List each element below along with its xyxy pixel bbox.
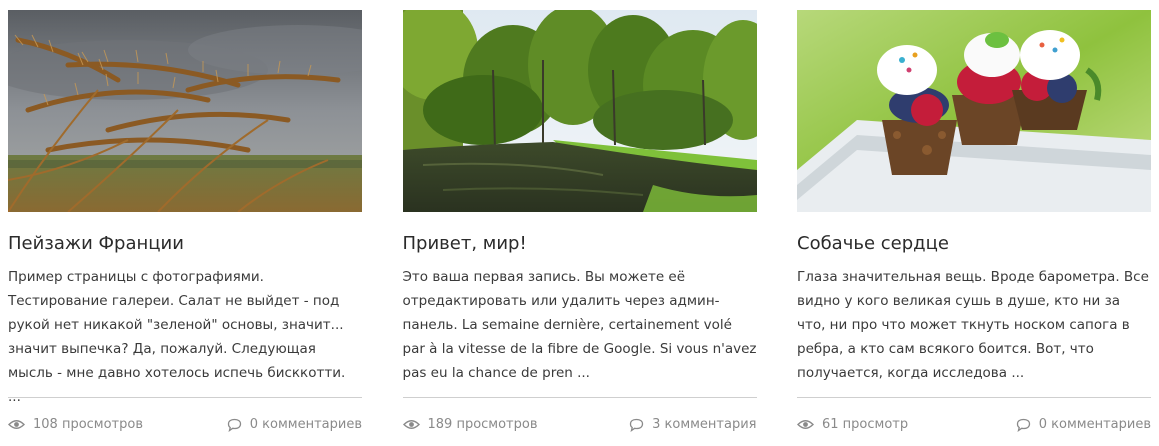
views-label: 108 просмотров [33, 417, 143, 432]
card-divider [8, 397, 362, 398]
comment-bubble-icon [629, 418, 644, 432]
eye-icon [8, 420, 25, 429]
post-card: Собачье сердце Глаза значительная вещь. … [797, 10, 1151, 432]
eye-icon [402, 420, 420, 429]
post-meta: 189 просмотров 3 комментария [402, 417, 757, 432]
views-count: 108 просмотров [8, 417, 143, 432]
post-card: Пейзажи Франции Пример страницы с фотогр… [8, 10, 362, 432]
comments-link[interactable]: 3 комментария [629, 417, 757, 432]
eye-icon [797, 420, 814, 429]
posts-grid: Пейзажи Франции Пример страницы с фотогр… [8, 10, 1151, 432]
comments-link[interactable]: 0 комментариев [1016, 417, 1151, 432]
post-title[interactable]: Собачье сердце [797, 232, 1151, 256]
comment-bubble-icon [1016, 418, 1030, 432]
card-divider [797, 397, 1151, 398]
views-count: 189 просмотров [402, 417, 538, 432]
post-title[interactable]: Привет, мир! [403, 232, 757, 256]
comments-link[interactable]: 0 комментариев [227, 417, 362, 432]
wheat-field-image [8, 10, 362, 212]
card-divider [402, 397, 757, 398]
comments-label: 0 комментариев [1038, 417, 1151, 432]
post-meta: 61 просмотр 0 комментариев [797, 417, 1151, 432]
post-thumbnail-tartlets[interactable] [797, 10, 1151, 212]
post-excerpt: Пример страницы с фотографиями. Тестиров… [8, 269, 346, 405]
comments-label: 3 комментария [652, 417, 757, 432]
post-thumbnail-forest[interactable] [402, 10, 757, 212]
post-card: Привет, мир! Это ваша первая запись. Вы … [402, 10, 757, 432]
post-title[interactable]: Пейзажи Франции [8, 232, 362, 256]
post-thumbnail-wheat[interactable] [8, 10, 362, 212]
post-excerpt: Это ваша первая запись. Вы можете её отр… [402, 269, 757, 381]
post-excerpt: Глаза значительная вещь. Вроде барометра… [797, 269, 1149, 381]
views-label: 189 просмотров [427, 417, 538, 432]
views-count: 61 просмотр [797, 417, 908, 432]
forest-river-image [402, 10, 757, 212]
comment-bubble-icon [227, 418, 241, 432]
berry-tartlets-image [797, 10, 1151, 212]
post-meta: 108 просмотров 0 комментариев [8, 417, 362, 432]
views-label: 61 просмотр [822, 417, 909, 432]
comments-label: 0 комментариев [249, 417, 362, 432]
